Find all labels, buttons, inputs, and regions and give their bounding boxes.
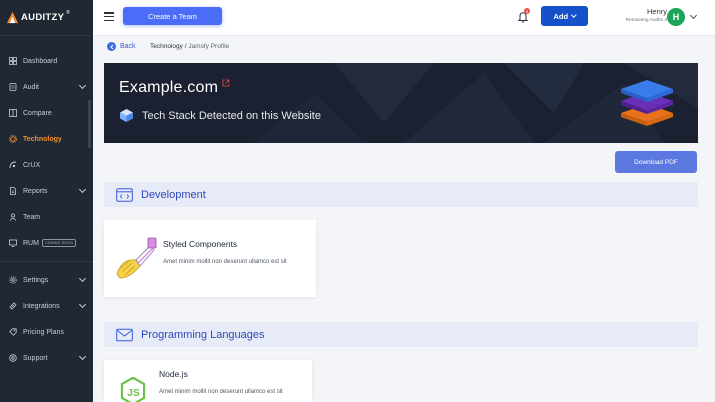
section-programming-languages: Programming Languages: [104, 322, 698, 347]
chevron-down-icon: [571, 12, 577, 18]
tech-stack-banner: Example.com Tech Stack Detected on this …: [104, 63, 698, 143]
chevron-down-icon[interactable]: [689, 11, 698, 20]
sidebar-divider: [0, 261, 93, 262]
add-button[interactable]: Add: [541, 6, 588, 26]
chevron-down-icon: [78, 274, 87, 283]
chevron-down-icon: [78, 352, 87, 361]
back-label: Back: [120, 43, 136, 50]
card-title: Styled Components: [163, 239, 238, 249]
layers-icon: [621, 80, 673, 126]
chevron-down-icon: [78, 185, 87, 194]
sidebar-item-label: Technology: [23, 135, 62, 143]
user-name: Henry: [646, 7, 667, 16]
sidebar-item-label: Integrations: [23, 302, 60, 310]
sidebar-item-label: Compare: [23, 109, 52, 117]
crux-icon: [9, 161, 17, 169]
notification-badge: 0: [524, 8, 530, 14]
download-pdf-button[interactable]: Download PDF: [615, 151, 697, 173]
sidebar-item-team[interactable]: Team: [0, 204, 93, 230]
chevron-down-icon: [78, 81, 87, 90]
auditzy-logo-icon: [6, 11, 19, 24]
nodejs-icon: JS: [120, 377, 146, 402]
pricing-icon: [9, 328, 17, 336]
sidebar-item-settings[interactable]: Settings: [0, 267, 93, 293]
card-description: Amet minim mollit non deserunt ullamco e…: [159, 389, 283, 395]
breadcrumb: Technology / Jamsfy Profile: [150, 43, 229, 50]
card-description: Amet minim mollit non deserunt ullamco e…: [163, 259, 287, 265]
technology-icon: [9, 135, 17, 143]
user-info[interactable]: Henry Remaining Audits 3: [603, 7, 667, 23]
sidebar-item-crux[interactable]: CrUX: [0, 152, 93, 178]
banner-subtitle: Tech Stack Detected on this Website: [142, 110, 321, 122]
sidebar-item-label: Team: [23, 213, 41, 221]
sidebar-item-label: CrUX: [23, 161, 41, 169]
dashboard-icon: [9, 57, 17, 65]
tech-card-styled-components[interactable]: Styled Components Amet minim mollit non …: [104, 220, 316, 297]
rum-icon: [9, 239, 17, 247]
breadcrumb-current: Jamsfy Profile: [188, 43, 230, 50]
add-button-label: Add: [553, 11, 569, 21]
sidebar-item-label: Dashboard: [23, 57, 58, 65]
site-title: Example.com: [119, 79, 219, 96]
reports-icon: [10, 187, 16, 195]
sidebar-item-label: Audit: [23, 83, 39, 91]
sidebar-item-support[interactable]: Support: [0, 345, 93, 371]
trademark: ®: [66, 10, 70, 16]
sidebar-item-pricing-plans[interactable]: Pricing Plans: [0, 319, 93, 345]
section-development: Development: [104, 182, 698, 207]
hamburger-menu-icon[interactable]: [104, 12, 114, 22]
sidebar-item-label: Pricing Plans: [23, 328, 64, 336]
card-title: Node.js: [159, 369, 188, 379]
section-title: Programming Languages: [141, 328, 265, 341]
svg-text:JS: JS: [127, 388, 140, 399]
back-button[interactable]: Back: [107, 42, 136, 51]
sidebar-scrollbar[interactable]: [88, 100, 91, 148]
sidebar-item-rum[interactable]: RUM COMING SOON: [0, 230, 93, 256]
external-link-icon[interactable]: [222, 79, 230, 87]
sidebar-item-technology[interactable]: Technology: [0, 126, 93, 152]
support-icon: [9, 354, 17, 362]
arrow-left-icon: [107, 42, 116, 51]
sidebar-item-compare[interactable]: Compare: [0, 100, 93, 126]
sidebar-item-label: Reports: [23, 187, 48, 195]
settings-icon: [9, 276, 17, 284]
create-team-button[interactable]: Create a Team: [123, 7, 222, 25]
sidebar-item-label: RUM: [23, 239, 39, 247]
compare-icon: [9, 109, 17, 117]
code-window-icon: [116, 187, 133, 202]
app-name: AUDITZY: [21, 12, 65, 23]
audit-icon: [9, 83, 17, 91]
sidebar: AUDITZY ® Dashboard Audit Compare Techno…: [0, 0, 93, 402]
coming-soon-badge: COMING SOON: [41, 239, 76, 247]
team-icon: [9, 213, 17, 221]
top-bar: Create a Team 0 Add Henry Remaining Audi…: [93, 0, 715, 36]
sidebar-item-dashboard[interactable]: Dashboard: [0, 48, 93, 74]
sidebar-item-integrations[interactable]: Integrations: [0, 293, 93, 319]
styled-components-icon: [116, 237, 157, 279]
section-title: Development: [141, 188, 206, 201]
avatar[interactable]: H: [667, 8, 685, 26]
tech-card-nodejs[interactable]: JS Node.js Amet minim mollit non deserun…: [104, 360, 312, 402]
sidebar-item-label: Settings: [23, 276, 49, 284]
banner-pattern: [104, 63, 698, 143]
sidebar-item-reports[interactable]: Reports: [0, 178, 93, 204]
integrations-icon: [9, 302, 17, 310]
sidebar-item-audit[interactable]: Audit: [0, 74, 93, 100]
sidebar-item-label: Support: [23, 354, 48, 362]
app-logo[interactable]: AUDITZY ®: [0, 0, 93, 36]
chevron-down-icon: [78, 300, 87, 309]
envelope-icon: [116, 328, 133, 341]
sidebar-nav: Dashboard Audit Compare Technology CrUX …: [0, 48, 93, 371]
remaining-audits: Remaining Audits 3: [625, 18, 667, 23]
tech-stack-icon: [120, 109, 133, 122]
breadcrumb-technology[interactable]: Technology: [150, 43, 183, 50]
